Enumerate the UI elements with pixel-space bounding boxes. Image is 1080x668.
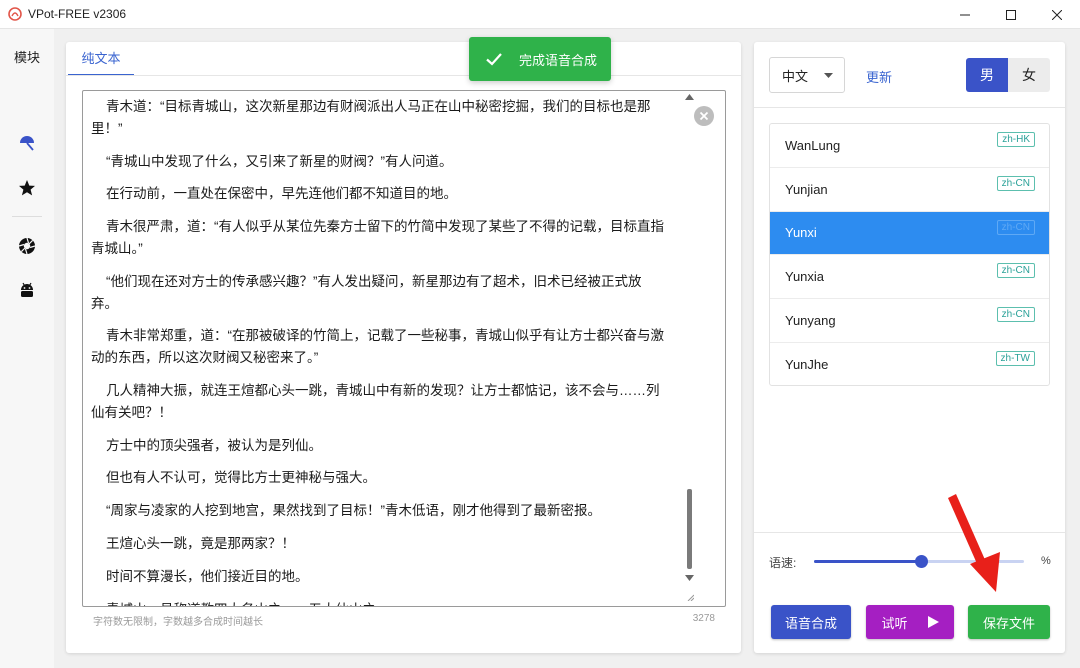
synthesize-button[interactable]: 语音合成: [771, 605, 851, 639]
speed-label: 语速:: [769, 556, 797, 570]
voice-name: Yunxi: [785, 225, 817, 241]
text-paragraph: “青城山中发现了什么，又引来了新星的财阀？”有人问道。: [106, 153, 453, 169]
locale-badge: zh-CN: [996, 219, 1035, 235]
slider-fill: [814, 560, 922, 563]
text-paragraph: 但也有人不认可，觉得比方士更神秘与强大。: [106, 470, 376, 486]
listen-label: 试听: [881, 615, 908, 631]
nav-android[interactable]: [17, 280, 37, 300]
locale-badge: zh-HK: [997, 132, 1035, 147]
success-toast: 完成语音合成: [469, 37, 611, 81]
clear-text-button[interactable]: [694, 106, 714, 126]
text-scrollbar[interactable]: [682, 91, 696, 606]
slider-thumb[interactable]: [915, 555, 929, 568]
resize-grip-icon[interactable]: [686, 593, 694, 601]
maximize-icon: [1006, 9, 1016, 20]
editor-panel: 纯文本 青木道：“目标青城山，这次新星那边有财阀派出人马正在山中秘密挖掘，我们的…: [66, 42, 741, 653]
language-value: 中文: [782, 68, 809, 84]
module-sidebar: 模块: [0, 29, 54, 668]
gender-male-button[interactable]: 男: [966, 58, 1008, 92]
aperture-icon: [18, 237, 36, 255]
locale-badge: zh-CN: [996, 307, 1035, 323]
title-bar: VPot-FREE v2306: [0, 0, 1080, 29]
text-input-area[interactable]: 青木道：“目标青城山，这次新星那边有财阀派出人马正在山中秘密挖掘，我们的目标也是…: [82, 90, 726, 607]
save-file-label: 保存文件: [982, 615, 1035, 631]
text-paragraph: 王煊心头一跳，竟是那两家？！: [106, 535, 295, 551]
text-paragraph: 青木非常郑重，道：“在那被破译的竹简上，记载了一些秘事，青城山似乎有让方士都兴奋…: [91, 328, 664, 366]
text-paragraph: 方士中的顶尖强者，被认为是列仙。: [106, 437, 322, 453]
voice-item-wanlung[interactable]: WanLung zh-HK: [770, 124, 1049, 168]
scroll-down-arrow-icon[interactable]: [685, 575, 694, 581]
char-count: 3278: [692, 613, 715, 624]
listen-button[interactable]: 试听: [866, 605, 954, 639]
voice-name: Yunxia: [785, 269, 825, 285]
text-paragraph: 时间不算漫长，他们接近目的地。: [106, 568, 309, 584]
minimize-button[interactable]: [942, 0, 988, 29]
locale-badge: zh-CN: [996, 175, 1035, 191]
text-paragraph: 青木很严肃，道：“有人似乎从某位先秦方士留下的竹简中发现了某些了不得的记载，目标…: [91, 219, 664, 256]
language-select[interactable]: 中文: [769, 57, 845, 93]
window-controls: [942, 0, 1080, 29]
voice-name: Yunjian: [785, 181, 828, 197]
voice-item-yunjhe[interactable]: YunJhe zh-TW: [770, 343, 1049, 385]
gender-female-button[interactable]: 女: [1008, 58, 1050, 92]
gender-toggle: 男 女: [966, 58, 1050, 92]
play-icon: [927, 616, 939, 628]
text-content[interactable]: 青木道：“目标青城山，这次新星那边有财阀派出人马正在山中秘密挖掘，我们的目标也是…: [83, 91, 668, 606]
tab-underline: [66, 75, 741, 76]
voice-item-yunxia[interactable]: Yunxia zh-CN: [770, 255, 1049, 300]
text-paragraph: 几人精神大振，就连王煊都心头一跳，青城山中有新的发现？让方士都惦记，该不会与………: [91, 382, 660, 420]
voice-name: Yunyang: [785, 313, 836, 329]
umbrella-icon: [20, 136, 34, 151]
voice-item-yunyang[interactable]: Yunyang zh-CN: [770, 299, 1049, 343]
text-paragraph: “他们现在还对方士的传承感兴趣？”有人发出疑问，新星那边有了超术，旧术已经被正式…: [91, 273, 642, 311]
text-paragraph: 在行动前，一直处在保密中，早先连他们都不知道目的地。: [106, 186, 457, 202]
clear-icon: [699, 111, 709, 121]
check-icon: [486, 53, 502, 66]
text-paragraph: “周家与凌家的人挖到地宫，果然找到了目标！”青木低语，刚才他得到了最新密报。: [106, 503, 601, 519]
module-header: 模块: [13, 50, 40, 65]
app-logo-icon: [8, 7, 22, 21]
text-paragraph: 青木道：“目标青城山，这次新星那边有财阀派出人马正在山中秘密挖掘，我们的目标也是…: [91, 99, 651, 136]
window-title: VPot-FREE v2306: [28, 7, 127, 21]
nav-favorites[interactable]: [17, 178, 37, 198]
minimize-icon: [960, 14, 970, 15]
voice-list: WanLung zh-HK Yunjian zh-CN Yunxi zh-CN Yunxia…: [769, 123, 1050, 386]
tab-plain-text[interactable]: 纯文本: [68, 46, 134, 76]
speed-unit: %: [1041, 555, 1051, 567]
voice-item-yunxi[interactable]: Yunxi zh-CN: [770, 211, 1049, 256]
panel-divider: [754, 107, 1065, 108]
android-icon: [21, 282, 33, 297]
save-file-button[interactable]: 保存文件: [968, 605, 1050, 639]
synthesize-label: 语音合成: [784, 615, 837, 631]
nav-umbrella[interactable]: [17, 133, 37, 153]
close-window-button[interactable]: [1034, 0, 1080, 29]
scroll-up-arrow-icon[interactable]: [685, 94, 694, 100]
voice-name: WanLung: [785, 137, 841, 153]
scroll-thumb[interactable]: [687, 489, 692, 569]
update-voices-link[interactable]: 更新: [866, 67, 892, 86]
nav-divider: [12, 216, 42, 217]
chevron-down-icon: [824, 72, 834, 78]
maximize-button[interactable]: [988, 0, 1034, 29]
annotation-arrow-icon: [948, 494, 1000, 592]
nav-aperture[interactable]: [17, 236, 37, 256]
voice-item-yunjian[interactable]: Yunjian zh-CN: [770, 168, 1049, 212]
text-paragraph: 青城山，号称道教四大名山之一，五大仙山之一。: [91, 599, 668, 606]
close-icon: [1052, 9, 1062, 20]
voice-name: YunJhe: [785, 357, 829, 373]
locale-badge: zh-CN: [996, 263, 1035, 279]
length-hint: 字符数无限制，字数越多合成时间越长: [93, 617, 263, 628]
locale-badge: zh-TW: [995, 350, 1035, 366]
star-icon: [19, 180, 35, 196]
toast-message: 完成语音合成: [519, 52, 598, 68]
